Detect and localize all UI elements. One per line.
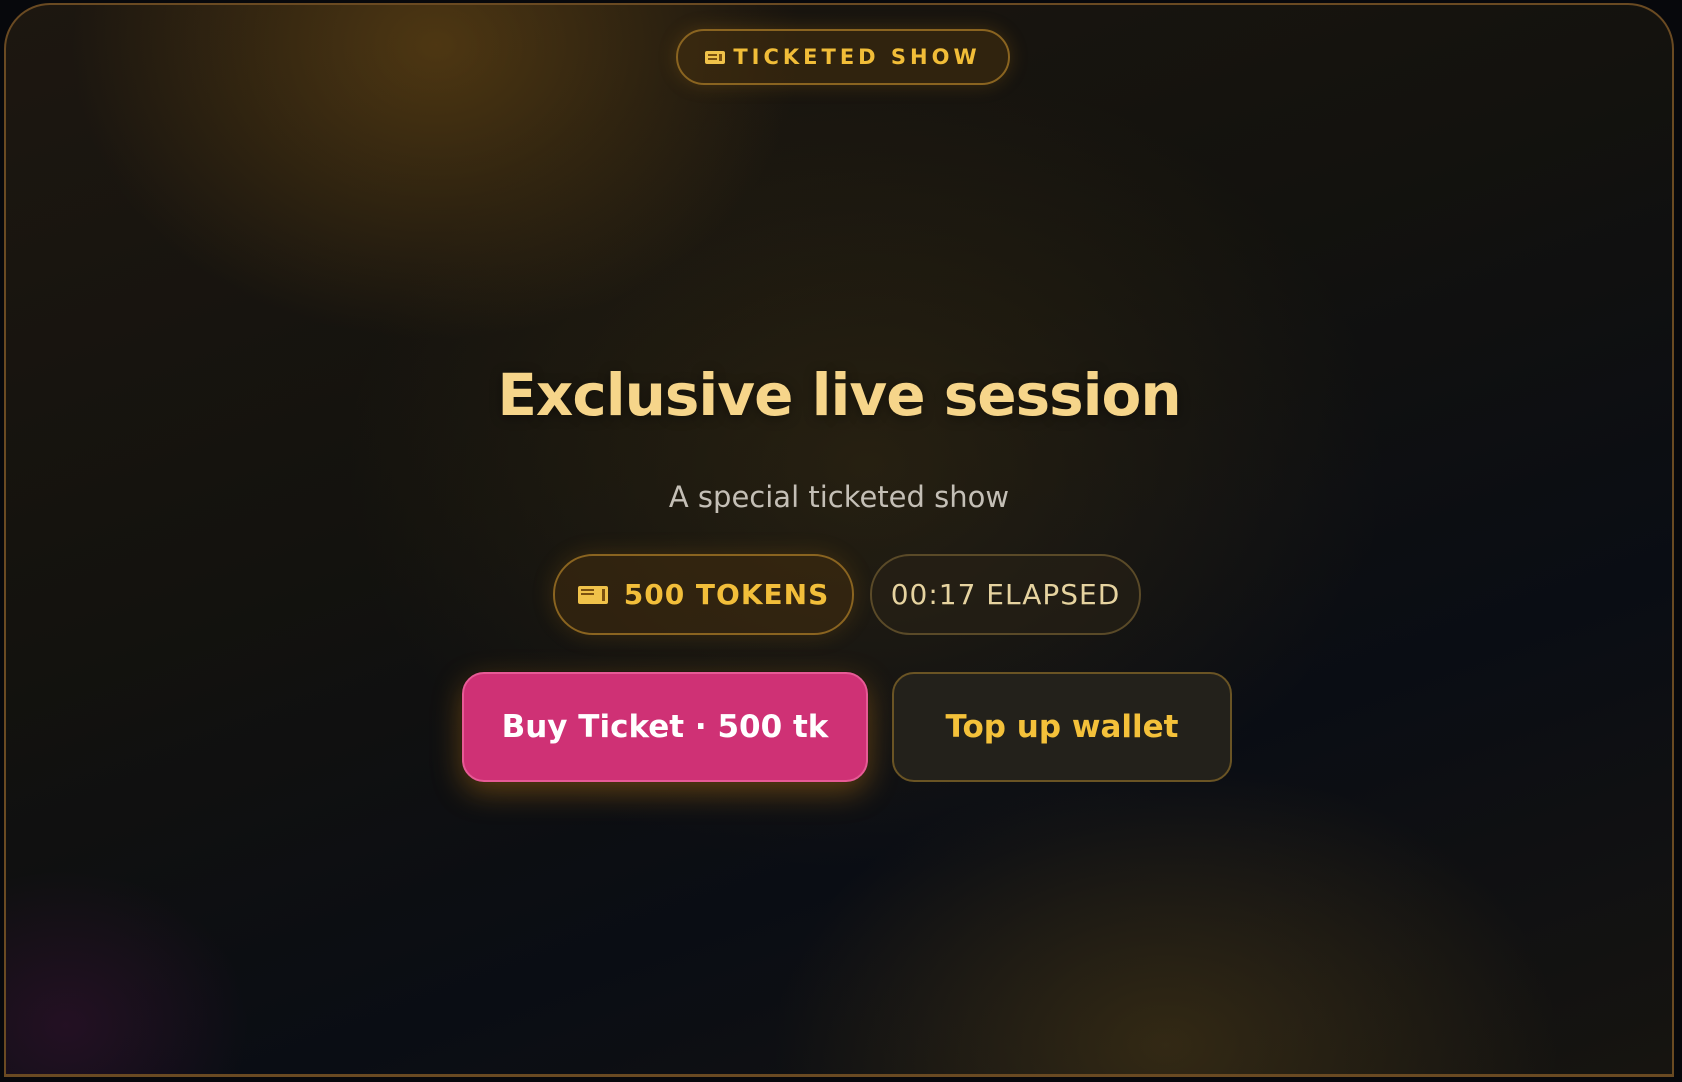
show-title: Exclusive live session <box>497 361 1181 429</box>
price-label: 500 TOKENS <box>623 578 830 611</box>
ticket-icon <box>705 50 726 64</box>
top-up-wallet-button[interactable]: Top up wallet <box>892 672 1232 782</box>
price-chip: 500 TOKENS <box>553 554 854 635</box>
ticketed-show-panel: TICKETED SHOW Exclusive live session A s… <box>4 3 1674 1077</box>
elapsed-label: 00:17 ELAPSED <box>890 578 1121 611</box>
ticket-icon <box>577 585 608 604</box>
badge-label: TICKETED SHOW <box>733 45 981 69</box>
buy-ticket-button[interactable]: Buy Ticket · 500 tk <box>462 672 868 782</box>
buy-ticket-label: Buy Ticket · 500 tk <box>501 709 829 745</box>
ticketed-show-badge: TICKETED SHOW <box>676 29 1010 85</box>
show-subtitle: A special ticketed show <box>668 480 1010 514</box>
top-up-wallet-label: Top up wallet <box>945 709 1179 745</box>
elapsed-timer-chip: 00:17 ELAPSED <box>870 554 1141 635</box>
